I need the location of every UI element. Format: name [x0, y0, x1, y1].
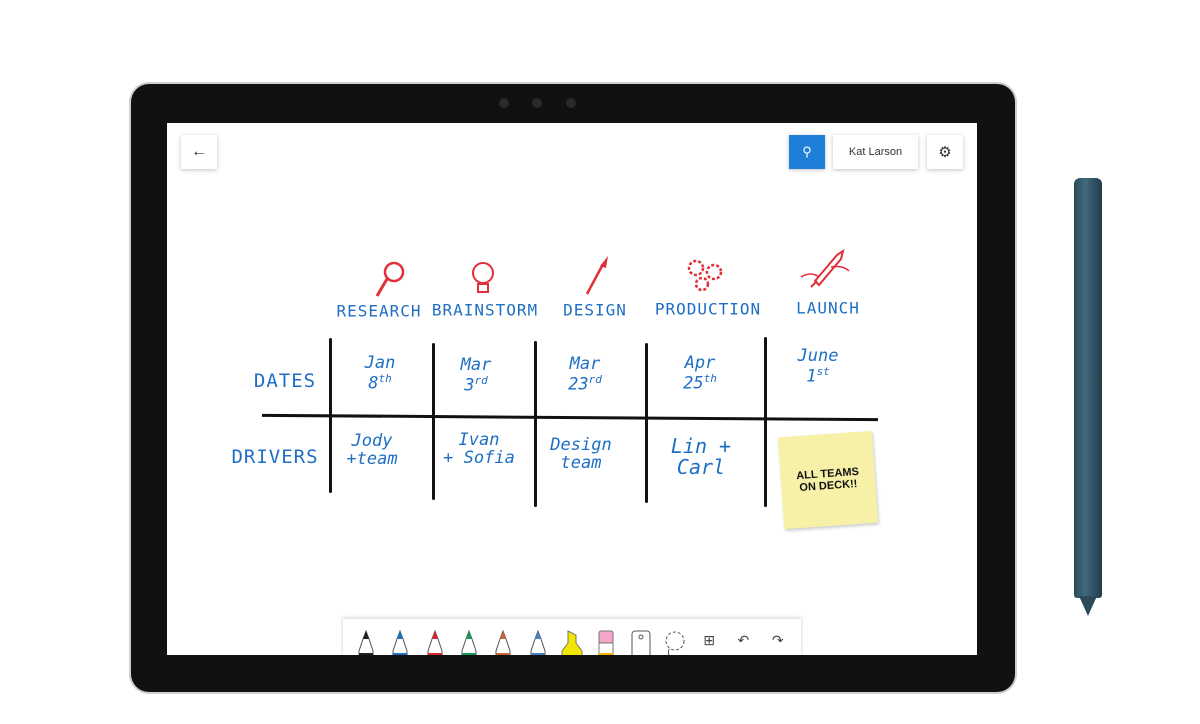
add-tool[interactable]: ⊞	[696, 627, 722, 655]
arrow-left-icon: ←	[191, 143, 207, 160]
blue-pen-icon	[392, 629, 408, 655]
date-cell: Mar 3rd	[460, 354, 492, 396]
ruler-tool[interactable]	[628, 627, 654, 655]
redo-icon: ↷	[771, 633, 784, 649]
column-header: BRAINSTORM	[431, 300, 539, 320]
highlighter-icon	[561, 630, 583, 655]
settings-button[interactable]: ⚙	[927, 135, 963, 169]
eraser-tool[interactable]	[593, 627, 619, 655]
red-pen-icon	[427, 629, 443, 655]
blue-pen-tool[interactable]	[387, 627, 413, 655]
rainbow-pen-tool[interactable]	[490, 627, 516, 655]
undo-tool[interactable]: ↶	[730, 627, 756, 655]
lasso-tool[interactable]	[662, 627, 688, 655]
sticky-note-text: ALL TEAMS ON DECK!!	[795, 465, 860, 494]
gears-icon	[687, 259, 723, 292]
date-cell: Apr 25th	[683, 352, 717, 394]
lasso-icon	[665, 631, 685, 655]
green-pen-tool[interactable]	[456, 627, 482, 655]
grid-horizontal-line	[261, 413, 879, 422]
gear-icon: ⚙	[938, 144, 952, 161]
magnifier-icon	[375, 261, 405, 297]
black-pen-icon	[358, 629, 374, 655]
grid-vertical-line	[645, 343, 648, 503]
back-button[interactable]: ←	[181, 135, 217, 169]
date-cell: Jan 8th	[364, 352, 396, 394]
add-icon: ⊞	[703, 633, 715, 649]
column-header: DESIGN	[563, 300, 627, 320]
ruler-icon	[631, 630, 651, 655]
grid-vertical-line	[329, 338, 332, 493]
galaxy-pen-icon	[530, 629, 546, 655]
driver-cell: Lin + Carl	[670, 434, 732, 479]
person-icon: ⚲	[802, 144, 812, 159]
date-cell: Mar 23rd	[568, 353, 602, 395]
grid-vertical-line	[534, 341, 537, 507]
galaxy-pen-tool[interactable]	[525, 627, 551, 655]
column-header: LAUNCH	[796, 298, 860, 318]
green-pen-icon	[461, 629, 477, 655]
driver-cell: Design team	[550, 435, 612, 473]
eraser-icon	[598, 630, 614, 655]
black-pen-tool[interactable]	[353, 627, 379, 655]
grid-vertical-line	[432, 343, 435, 500]
driver-cell: Ivan + Sofia	[443, 430, 515, 468]
rocket-icon	[800, 248, 850, 288]
rainbow-pen-icon	[495, 629, 511, 655]
surface-pen	[1074, 178, 1102, 598]
row-label-dates: DATES	[253, 370, 317, 393]
user-name: Kat Larson	[848, 146, 903, 158]
user-button[interactable]: ⚲	[789, 135, 825, 169]
paintbrush-icon	[585, 256, 608, 295]
highlighter-tool[interactable]	[559, 627, 585, 655]
pen-tip	[1079, 596, 1097, 616]
undo-icon: ↶	[737, 633, 750, 649]
grid-vertical-line	[764, 337, 767, 507]
column-header: PRODUCTION	[654, 299, 762, 319]
whiteboard-canvas[interactable]: ← ⚲ Kat Larson ⚙ RESEARCH BRAINSTORM DES…	[167, 123, 977, 655]
camera	[532, 98, 542, 108]
lightbulb-icon	[472, 262, 494, 293]
driver-cell: Jody +team	[346, 431, 398, 469]
column-header: RESEARCH	[336, 301, 422, 321]
camera	[566, 98, 576, 108]
date-cell: June 1st	[797, 345, 839, 387]
ink-toolbar: ⊞ ↶ ↷	[343, 619, 801, 655]
sticky-note[interactable]: ALL TEAMS ON DECK!!	[777, 430, 879, 530]
row-label-drivers: DRIVERS	[231, 446, 319, 469]
red-pen-tool[interactable]	[422, 627, 448, 655]
redo-tool[interactable]: ↷	[765, 627, 791, 655]
camera	[499, 98, 509, 108]
user-name-button[interactable]: Kat Larson	[833, 135, 918, 169]
